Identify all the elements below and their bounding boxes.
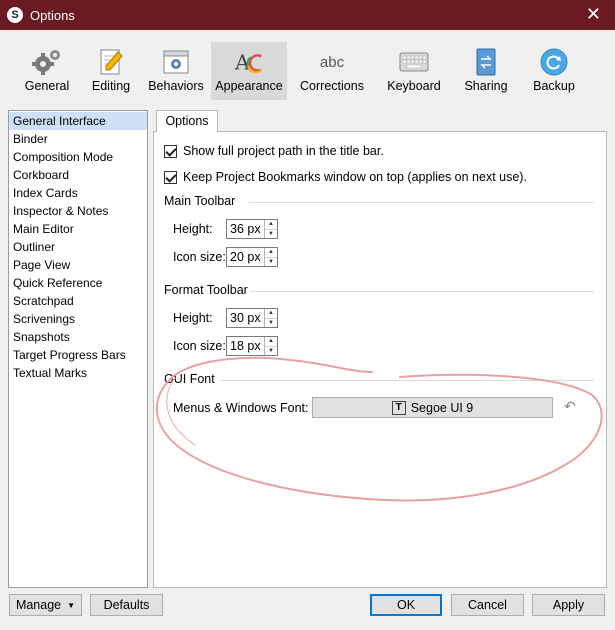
main-icon-size-value[interactable]: 20 px	[227, 248, 264, 266]
spin-up-icon[interactable]: ▲	[265, 220, 277, 230]
chevron-down-icon: ▼	[67, 600, 76, 610]
manage-dropdown-button[interactable]: Manage ▼	[9, 594, 82, 616]
apply-label: Apply	[552, 598, 585, 612]
close-icon[interactable]: ✕	[586, 5, 601, 23]
spin-arrows: ▲ ▼	[264, 337, 277, 355]
format-icon-size-spinbox[interactable]: 18 px ▲ ▼	[226, 336, 278, 356]
toolbar-label: Sharing	[464, 79, 508, 93]
title-bar: S Options ✕	[0, 0, 615, 30]
toolbar-label: Keyboard	[387, 79, 441, 93]
format-height-value[interactable]: 30 px	[227, 309, 264, 327]
tab-options[interactable]: Options	[156, 110, 218, 132]
font-picker-button[interactable]: T Segoe UI 9	[312, 397, 553, 418]
manage-label: Manage	[15, 598, 62, 612]
toolbar-general-button[interactable]: General	[17, 42, 77, 100]
ok-button[interactable]: OK	[370, 594, 442, 616]
format-icon-size-value[interactable]: 18 px	[227, 337, 264, 355]
scrivener-app-icon: S	[7, 7, 23, 23]
sidebar-item-inspector-notes[interactable]: Inspector & Notes	[9, 202, 147, 220]
sidebar-item-index-cards[interactable]: Index Cards	[9, 184, 147, 202]
appearance-ac-icon: A	[234, 48, 264, 76]
font-icon: T	[391, 400, 406, 415]
sidebar-item-main-editor[interactable]: Main Editor	[9, 220, 147, 238]
sidebar-item-general-interface[interactable]: General Interface	[9, 112, 147, 130]
sidebar-item-corkboard[interactable]: Corkboard	[9, 166, 147, 184]
main-toolbar-group-title: Main Toolbar	[164, 194, 236, 208]
toolbar-editing-button[interactable]: Editing	[81, 42, 141, 100]
reset-font-icon[interactable]: ↶	[564, 398, 576, 415]
show-path-checkbox[interactable]	[164, 144, 177, 158]
pencil-document-icon	[96, 48, 126, 76]
toolbar-keyboard-button[interactable]: Keyboard	[377, 42, 451, 100]
toolbar-label: Backup	[533, 79, 575, 93]
font-picker-value: Segoe UI 9	[410, 400, 474, 415]
abc-icon: abc	[319, 53, 345, 71]
cancel-button[interactable]: Cancel	[451, 594, 524, 616]
toolbar-backup-button[interactable]: Backup	[521, 42, 587, 100]
sidebar-item-binder[interactable]: Binder	[9, 130, 147, 148]
spin-up-icon[interactable]: ▲	[265, 248, 277, 258]
format-icon-size-label: Icon size:	[173, 339, 226, 353]
window-title: Options	[30, 7, 75, 23]
spin-arrows: ▲ ▼	[264, 248, 277, 266]
format-height-label: Height:	[173, 311, 213, 325]
main-icon-size-spinbox[interactable]: 20 px ▲ ▼	[226, 247, 278, 267]
toolbar-label: Appearance	[215, 79, 283, 93]
category-list: General Interface Binder Composition Mod…	[8, 110, 148, 588]
toolbar-sharing-button[interactable]: Sharing	[455, 42, 517, 100]
toolbar-corrections-button[interactable]: abc Corrections	[291, 42, 373, 100]
group-divider	[250, 291, 594, 292]
show-path-label: Show full project path in the title bar.	[183, 144, 384, 158]
sidebar-item-scratchpad[interactable]: Scratchpad	[9, 292, 147, 310]
toolbar-label: Behaviors	[148, 79, 204, 93]
toolbar-label: Editing	[91, 79, 131, 93]
sidebar-item-snapshots[interactable]: Snapshots	[9, 328, 147, 346]
sidebar-item-page-view[interactable]: Page View	[9, 256, 147, 274]
keep-bookmarks-checkbox-row[interactable]: Keep Project Bookmarks window on top (ap…	[164, 170, 527, 184]
format-height-spinbox[interactable]: 30 px ▲ ▼	[226, 308, 278, 328]
options-panel: Show full project path in the title bar.…	[153, 131, 607, 588]
spin-up-icon[interactable]: ▲	[265, 337, 277, 347]
toolbar-appearance-button[interactable]: A Appearance	[211, 42, 287, 100]
spin-down-icon[interactable]: ▼	[265, 319, 277, 328]
sidebar-item-outliner[interactable]: Outliner	[9, 238, 147, 256]
sidebar-item-scrivenings[interactable]: Scrivenings	[9, 310, 147, 328]
toolbar-behaviors-button[interactable]: Behaviors	[145, 42, 207, 100]
gears-icon	[32, 48, 62, 76]
spin-arrows: ▲ ▼	[264, 309, 277, 327]
spin-arrows: ▲ ▼	[264, 220, 277, 238]
keep-bookmarks-label: Keep Project Bookmarks window on top (ap…	[183, 170, 527, 184]
keep-bookmarks-checkbox[interactable]	[164, 170, 177, 184]
sidebar-item-quick-reference[interactable]: Quick Reference	[9, 274, 147, 292]
gui-font-group-title: GUI Font	[164, 372, 215, 386]
spin-down-icon[interactable]: ▼	[265, 230, 277, 239]
cancel-label: Cancel	[468, 598, 507, 612]
main-height-spinbox[interactable]: 36 px ▲ ▼	[226, 219, 278, 239]
menus-windows-font-label: Menus & Windows Font:	[173, 401, 309, 415]
sidebar-item-composition-mode[interactable]: Composition Mode	[9, 148, 147, 166]
keyboard-icon	[399, 48, 429, 76]
toolbar-label: Corrections	[300, 79, 364, 93]
group-divider	[249, 202, 594, 203]
ok-label: OK	[396, 598, 416, 612]
main-icon-size-label: Icon size:	[173, 250, 226, 264]
window-gear-icon	[161, 48, 191, 76]
defaults-button[interactable]: Defaults	[90, 594, 163, 616]
backup-circle-icon	[539, 48, 569, 76]
show-path-checkbox-row[interactable]: Show full project path in the title bar.	[164, 144, 384, 158]
main-height-label: Height:	[173, 222, 213, 236]
defaults-label: Defaults	[103, 598, 150, 612]
group-divider	[220, 380, 594, 381]
spin-down-icon[interactable]: ▼	[265, 258, 277, 267]
apply-button[interactable]: Apply	[532, 594, 605, 616]
format-toolbar-group-title: Format Toolbar	[164, 283, 248, 297]
sync-document-icon	[471, 48, 501, 76]
spin-down-icon[interactable]: ▼	[265, 347, 277, 356]
toolbar-label: General	[24, 79, 70, 93]
sidebar-item-textual-marks[interactable]: Textual Marks	[9, 364, 147, 382]
sidebar-item-target-progress-bars[interactable]: Target Progress Bars	[9, 346, 147, 364]
spin-up-icon[interactable]: ▲	[265, 309, 277, 319]
preferences-toolbar: General Editing Behaviors A Appearance a…	[0, 30, 615, 103]
main-height-value[interactable]: 36 px	[227, 220, 264, 238]
